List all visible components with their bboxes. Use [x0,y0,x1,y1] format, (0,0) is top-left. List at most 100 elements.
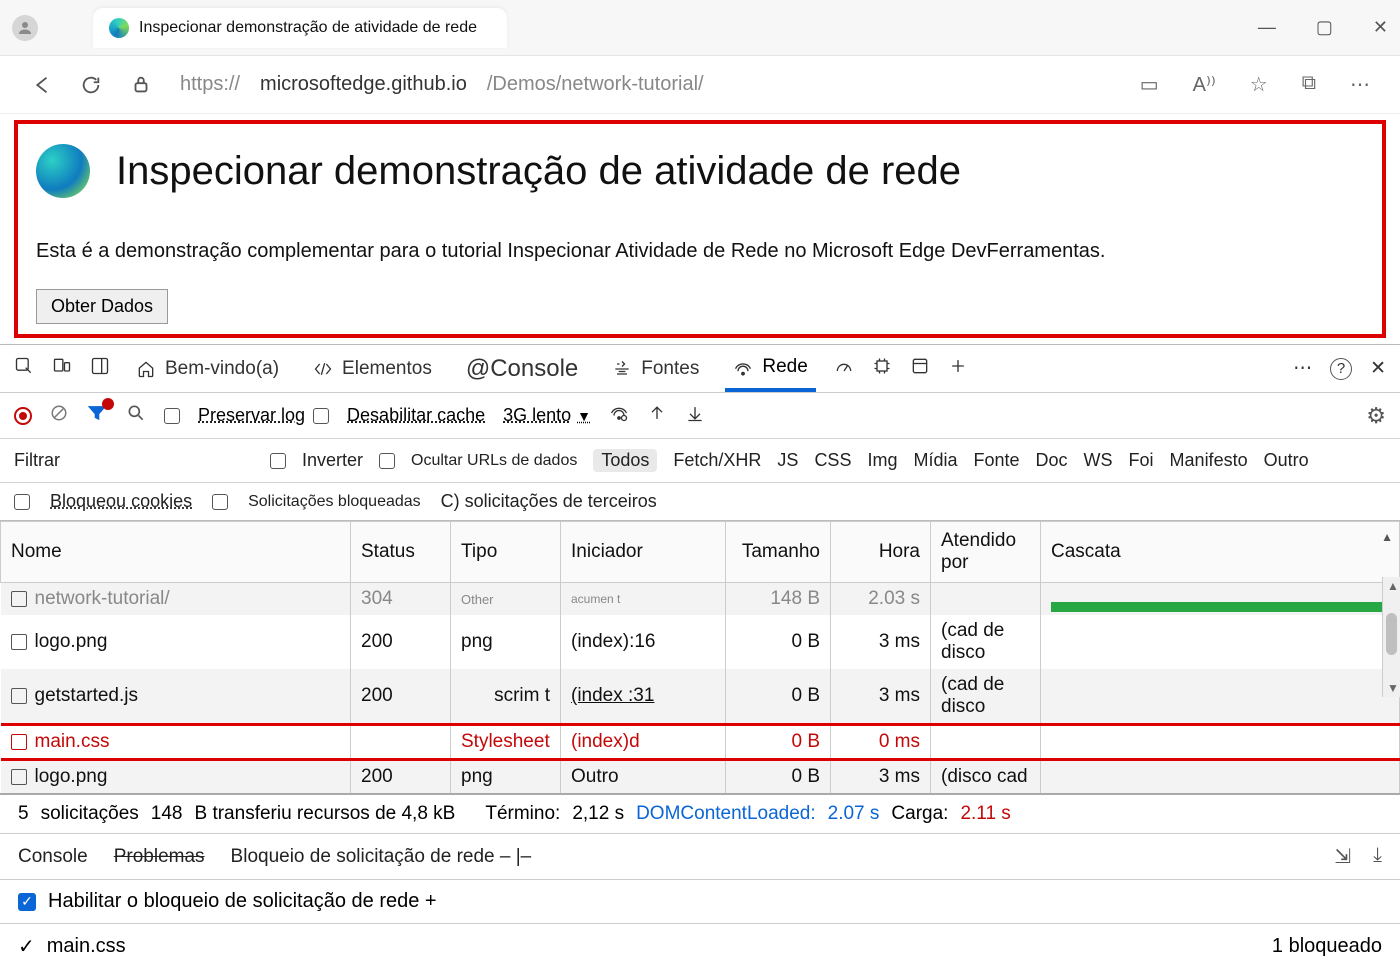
minimize-button[interactable]: — [1258,17,1276,38]
import-har-icon[interactable] [647,403,667,428]
filter-all[interactable]: Todos [593,449,657,472]
hide-data-urls-label: Ocultar URLs de dados [411,452,577,470]
blocked-requests-checkbox[interactable] [212,494,228,510]
close-button[interactable]: ✕ [1373,17,1388,38]
maximize-button[interactable]: ▢ [1316,17,1333,38]
collections-icon[interactable]: ⧉ [1302,72,1316,97]
tab-network[interactable]: Rede [725,345,815,392]
third-party-label: C) solicitações de terceiros [441,491,657,512]
network-summary: 5 solicitações 148 B transferiu recursos… [0,793,1400,834]
network-table: Nome Status Tipo Iniciador Tamanho Hora … [0,521,1400,793]
filter-ws[interactable]: WS [1084,450,1113,471]
filter-fetch-xhr[interactable]: Fetch/XHR [673,450,761,471]
col-served-by[interactable]: Atendido por [931,522,1041,583]
invert-checkbox[interactable] [270,453,286,469]
app-mode-icon[interactable]: ▭ [1140,72,1159,97]
device-toolbar-icon[interactable] [52,356,72,382]
blocked-cookies-checkbox[interactable] [14,494,30,510]
col-size[interactable]: Tamanho [726,522,831,583]
table-row[interactable]: logo.png 200 png Outro 0 B 3 ms (disco c… [1,760,1400,794]
clear-button[interactable] [50,404,68,427]
inspect-element-icon[interactable] [14,356,34,382]
record-button[interactable] [14,407,32,425]
col-status[interactable]: Status [351,522,451,583]
drawer-expand-icon[interactable]: ⇲ [1334,844,1351,869]
drawer-tab-console[interactable]: Console [18,846,88,868]
filter-wasm[interactable]: Foi [1129,450,1154,471]
filter-doc[interactable]: Doc [1036,450,1068,471]
performance-tab-icon[interactable] [834,356,854,382]
table-scrollbar[interactable]: ▲ ▼ [1382,577,1400,697]
filter-toggle-icon[interactable] [86,402,108,429]
read-aloud-icon[interactable]: A⁾⁾ [1193,72,1216,97]
hide-data-urls-checkbox[interactable] [379,453,395,469]
table-row-blocked[interactable]: main.css Stylesheet (index)d 0 B 0 ms [1,725,1400,760]
filter-js[interactable]: JS [777,450,798,471]
url-path: /Demos/network-tutorial/ [487,73,704,96]
large-rows-checkbox[interactable] [164,408,180,424]
application-tab-icon[interactable] [910,356,930,382]
filter-css[interactable]: CSS [814,450,851,471]
table-row[interactable]: network-tutorial/ 304 Other acumen t 148… [1,583,1400,616]
export-har-icon[interactable] [685,403,705,428]
col-type[interactable]: Tipo [451,522,561,583]
blocked-item-checkbox[interactable]: ✓ [18,934,35,959]
more-button[interactable]: ⋯ [1350,72,1370,97]
network-conditions-icon[interactable] [609,403,629,428]
site-info-icon[interactable] [130,74,152,96]
browser-tab[interactable]: Inspecionar demonstração de atividade de… [93,8,507,48]
network-filter-row-2: Bloqueou cookies Solicitações bloqueadas… [0,483,1400,521]
script-icon [11,688,27,704]
devtools-close-button[interactable]: ✕ [1370,357,1386,380]
refresh-button[interactable] [80,74,102,96]
filter-img[interactable]: Img [867,450,897,471]
edge-logo-icon [36,144,90,198]
col-waterfall[interactable]: Cascata▲ [1041,522,1400,583]
get-data-button[interactable]: Obter Dados [36,289,168,324]
dock-side-icon[interactable] [90,356,110,382]
memory-tab-icon[interactable] [872,356,892,382]
tab-elements[interactable]: Elementos [305,345,440,392]
favorites-icon[interactable]: ☆ [1250,72,1268,97]
drawer-tab-problems[interactable]: Problemas [114,846,205,868]
network-settings-icon[interactable]: ⚙ [1366,403,1386,429]
devtools-help-button[interactable]: ? [1330,358,1352,380]
devtools-panel: Bem-vindo(a) Elementos @Console Fontes R… [0,344,1400,969]
back-button[interactable] [30,74,52,96]
filter-other[interactable]: Outro [1264,450,1309,471]
preserve-log-checkbox[interactable] [313,408,329,424]
devtools-more-button[interactable]: ⋯ [1293,357,1312,380]
search-icon[interactable] [126,403,146,428]
col-initiator[interactable]: Iniciador [561,522,726,583]
tab-console[interactable]: @Console [458,345,586,392]
url-scheme: https:// [180,73,240,96]
drawer-tab-request-blocking[interactable]: Bloqueio de solicitação de rede – |– [231,846,532,868]
devtools-drawer-tabs: Console Problemas Bloqueio de solicitaçã… [0,834,1400,880]
drawer-dock-icon[interactable]: ⤓ [1373,844,1382,869]
url-field[interactable]: https://microsoftedge.github.io/Demos/ne… [180,73,1112,96]
preserve-log-label: Preservar log [198,405,305,426]
tab-sources[interactable]: Fontes [604,345,707,392]
add-tab-button[interactable] [948,356,968,382]
network-toolbar: Preservar log Desabilitar cache 3G lento… [0,393,1400,439]
devtools-tab-strip: Bem-vindo(a) Elementos @Console Fontes R… [0,345,1400,393]
blocked-cookies-label: Bloqueou cookies [50,491,192,512]
table-row[interactable]: getstarted.js 200 scrim t (index :31 0 B… [1,669,1400,725]
filter-input[interactable]: Filtrar [14,450,254,471]
enable-blocking-checkbox[interactable]: ✓ [18,893,36,911]
stylesheet-icon [11,734,27,750]
filter-media[interactable]: Mídia [913,450,957,471]
filter-manifest[interactable]: Manifesto [1170,450,1248,471]
profile-avatar[interactable] [12,15,38,41]
throttling-select[interactable]: 3G lento▼ [503,405,591,426]
enable-blocking-label: Habilitar o bloqueio de solicitação de r… [48,890,437,913]
window-controls: — ▢ ✕ [1258,17,1388,38]
filter-font[interactable]: Fonte [973,450,1019,471]
table-row[interactable]: logo.png 200 png (index):16 0 B 3 ms (ca… [1,615,1400,669]
col-name[interactable]: Nome [1,522,351,583]
blocked-requests-label: Solicitações bloqueadas [248,493,421,511]
tab-welcome[interactable]: Bem-vindo(a) [128,345,287,392]
enable-request-blocking-row: ✓ Habilitar o bloqueio de solicitação de… [0,880,1400,924]
address-bar: https://microsoftedge.github.io/Demos/ne… [0,56,1400,114]
col-time[interactable]: Hora [831,522,931,583]
